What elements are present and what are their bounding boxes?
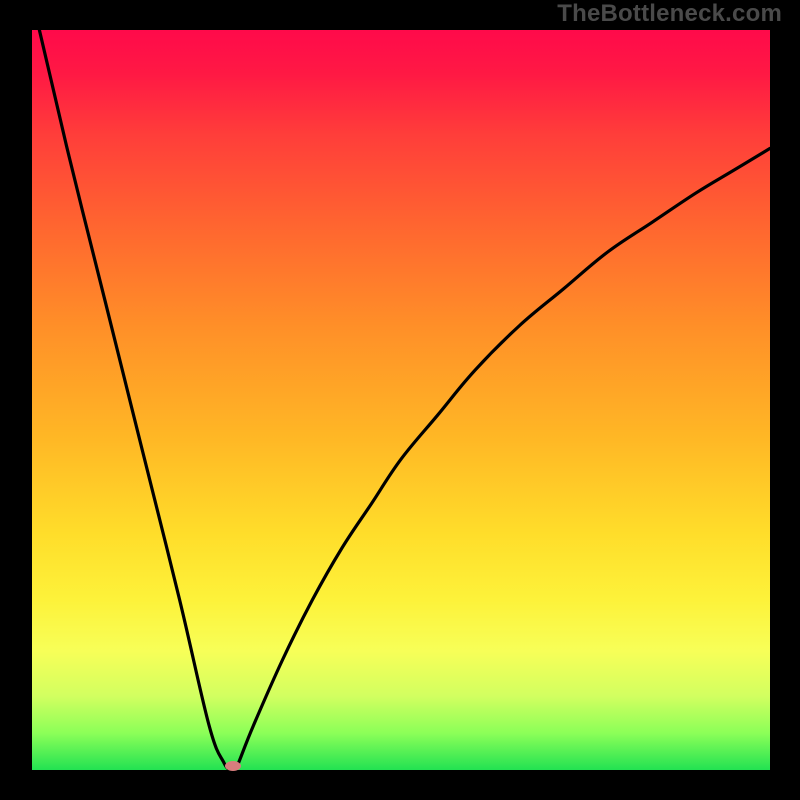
plot-background-gradient — [32, 30, 770, 770]
minimum-marker — [225, 761, 241, 771]
watermark-text: TheBottleneck.com — [557, 0, 782, 28]
chart-frame: TheBottleneck.com — [0, 0, 800, 800]
